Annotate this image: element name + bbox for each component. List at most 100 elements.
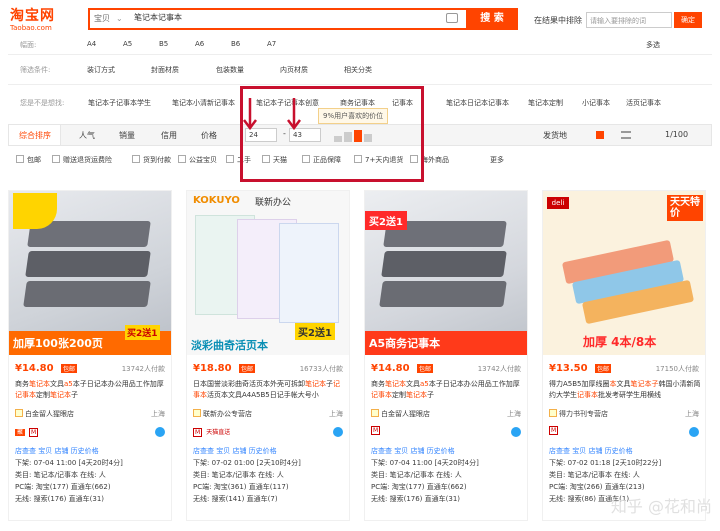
product-image[interactable]: 加厚100张200页 买2送1 <box>9 191 171 355</box>
divider <box>8 54 712 55</box>
plugin-info: 店查查 宝贝 店铺 历史价格 下架: 07-04 11:00 [4天20时4分]… <box>371 447 479 503</box>
paid-count: 17150人付款 <box>655 365 699 373</box>
badge-icon: 聚 <box>15 429 26 436</box>
suggest-link[interactable]: 笔记本定制 <box>528 98 563 108</box>
badge-icon: M <box>549 426 559 435</box>
sort-default[interactable]: 综合排序 <box>19 130 51 141</box>
promo-sub: 天天特价 <box>667 195 703 221</box>
grid-view-icon[interactable] <box>596 131 604 139</box>
taobao-logo[interactable]: 淘宝网 Taobao.com <box>10 8 70 34</box>
tmall-badge: 天猫直送 <box>206 429 231 436</box>
promo-corner <box>13 193 57 229</box>
suggest-link[interactable]: 小记事本 <box>582 98 610 108</box>
location: 上海 <box>685 410 699 418</box>
product-card[interactable]: 买2送1 A5商务记事本 ¥14.80 包邮 13742人付款 商务笔记本文具a… <box>364 190 528 521</box>
promo-text: A5商务记事本 <box>369 337 441 350</box>
condition-dropdown[interactable]: 装订方式 <box>87 65 115 75</box>
product-title[interactable]: 商务笔记本文具a5本子日记本办公用品工作加厚记事本定制笔记本子 <box>371 379 523 401</box>
shop-link[interactable]: 白金留人猩眼店 <box>371 409 430 419</box>
badges: M 天猫直送 <box>193 427 230 437</box>
free-shipping-tag: 包邮 <box>417 364 434 373</box>
checkbox-label: 海外商品 <box>421 156 449 164</box>
size-option[interactable]: B6 <box>231 40 240 48</box>
exclude-confirm-button[interactable]: 确定 <box>674 12 702 28</box>
plugin-info: 店查查 宝贝 店铺 历史价格 下架: 07-02 01:00 [2天10时4分]… <box>193 447 301 503</box>
suggest-link[interactable]: 笔记本小清新记事本 <box>172 98 235 108</box>
shop-icon <box>193 409 201 417</box>
shop-icon <box>371 409 379 417</box>
sort-popularity[interactable]: 人气 <box>79 130 95 141</box>
size-option[interactable]: B5 <box>159 40 168 48</box>
wangwang-icon[interactable] <box>333 427 343 437</box>
badge-icon: M <box>193 428 203 437</box>
wangwang-icon[interactable] <box>511 427 521 437</box>
size-option[interactable]: A5 <box>123 40 132 48</box>
badge-icon: M <box>371 426 381 435</box>
logo-en: Taobao.com <box>10 24 52 32</box>
brand-kokuyo: KOKUYO <box>193 195 240 206</box>
search-bar: 宝贝 ⌄ 搜 索 <box>88 8 518 30</box>
product-card[interactable]: deli 天天特价 加厚 4本/8本 ¥13.50 包邮 17150人付款 得力… <box>542 190 706 521</box>
sort-sales[interactable]: 销量 <box>119 130 135 141</box>
badges: M <box>371 426 381 437</box>
sort-price[interactable]: 价格 <box>201 130 217 141</box>
sort-credit[interactable]: 信用 <box>161 130 177 141</box>
free-shipping-tag: 包邮 <box>61 364 78 373</box>
wangwang-icon[interactable] <box>155 427 165 437</box>
size-option[interactable]: A4 <box>87 40 96 48</box>
search-button[interactable]: 搜 索 <box>466 8 518 30</box>
annotation-arrows <box>243 98 301 131</box>
paid-count: 13742人付款 <box>121 365 165 373</box>
condition-dropdown[interactable]: 封面材质 <box>151 65 179 75</box>
shop-link[interactable]: 白金留人猩眼店 <box>15 409 74 419</box>
product-card[interactable]: 加厚100张200页 买2送1 ¥14.80 包邮 13742人付款 商务笔记本… <box>8 190 172 521</box>
multi-select-button[interactable]: 多选 <box>646 40 660 50</box>
condition-dropdown[interactable]: 内页材质 <box>280 65 308 75</box>
shop-link[interactable]: 联新办公专营店 <box>193 409 252 419</box>
product-price: ¥14.80 <box>371 363 410 374</box>
badge-icon: M <box>29 428 39 437</box>
suggest-link[interactable]: 笔记本日记本记事本 <box>446 98 509 108</box>
location: 上海 <box>151 410 165 418</box>
promo-sub: 买2送1 <box>125 325 160 340</box>
suggest-link[interactable]: 笔记本子记事本学生 <box>88 98 151 108</box>
condition-dropdown[interactable]: 包装数量 <box>216 65 244 75</box>
product-title[interactable]: 得力A5B5加厚线圈本文具笔记本子韩国小清新简约大学生记事本批发考研学生用横线 <box>549 379 701 401</box>
ship-from-dropdown[interactable]: 发货地 <box>543 130 567 141</box>
product-card[interactable]: KOKUYO 联新办公 淡彩曲奇活页本 买2送1 ¥18.80 包邮 16733… <box>186 190 350 521</box>
divider <box>8 84 712 85</box>
condition-label: 筛选条件: <box>20 66 51 74</box>
wangwang-icon[interactable] <box>689 427 699 437</box>
plugin-info: 店查查 宝贝 店铺 历史价格 下架: 07-04 11:00 [4天20时4分]… <box>15 447 123 503</box>
page-indicator: 1/100 <box>665 130 689 139</box>
exclude-input[interactable]: 请输入要排除的词 <box>586 12 672 28</box>
product-title[interactable]: 商务笔记本文具a5本子日记本办公用品工作加厚记事本定制笔记本子 <box>15 379 167 401</box>
shop-link[interactable]: 得力书刊专营店 <box>549 409 608 419</box>
suggest-link[interactable]: 活页记事本 <box>626 98 661 108</box>
brand-lianxin: 联新办公 <box>255 198 292 208</box>
condition-dropdown[interactable]: 相关分类 <box>344 65 372 75</box>
size-option[interactable]: A7 <box>267 40 276 48</box>
size-option[interactable]: A6 <box>195 40 204 48</box>
search-type-select[interactable]: 宝贝 ⌄ <box>94 13 123 24</box>
checkbox-cod[interactable]: 货到付款 <box>132 155 171 165</box>
product-image[interactable]: KOKUYO 联新办公 淡彩曲奇活页本 买2送1 <box>187 191 349 355</box>
promo-text: 加厚 4本/8本 <box>583 335 657 349</box>
more-filters-button[interactable]: 更多 <box>490 155 504 165</box>
product-image[interactable]: 买2送1 A5商务记事本 <box>365 191 527 355</box>
size-label: 幅面: <box>20 41 37 49</box>
checkbox-return-insurance[interactable]: 赠送退货运费险 <box>52 155 112 165</box>
badges: 聚M <box>15 427 39 437</box>
product-title[interactable]: 日本国誉淡彩曲奇活页本外壳可拆卸笔记本子记事本活页本文具A4A5B5日记手帐大号… <box>193 379 345 401</box>
checkbox-charity[interactable]: 公益宝贝 <box>178 155 217 165</box>
product-image[interactable]: deli 天天特价 加厚 4本/8本 <box>543 191 705 355</box>
free-shipping-tag: 包邮 <box>595 364 612 373</box>
exclude-label: 在结果中排除 <box>534 16 582 25</box>
camera-icon[interactable] <box>446 13 458 23</box>
list-view-icon[interactable] <box>621 131 631 139</box>
checkbox-label: 包邮 <box>27 156 41 164</box>
search-input[interactable] <box>134 13 434 22</box>
checkbox-free-shipping[interactable]: 包邮 <box>16 155 41 165</box>
location: 上海 <box>329 410 343 418</box>
badges: M <box>549 426 559 437</box>
